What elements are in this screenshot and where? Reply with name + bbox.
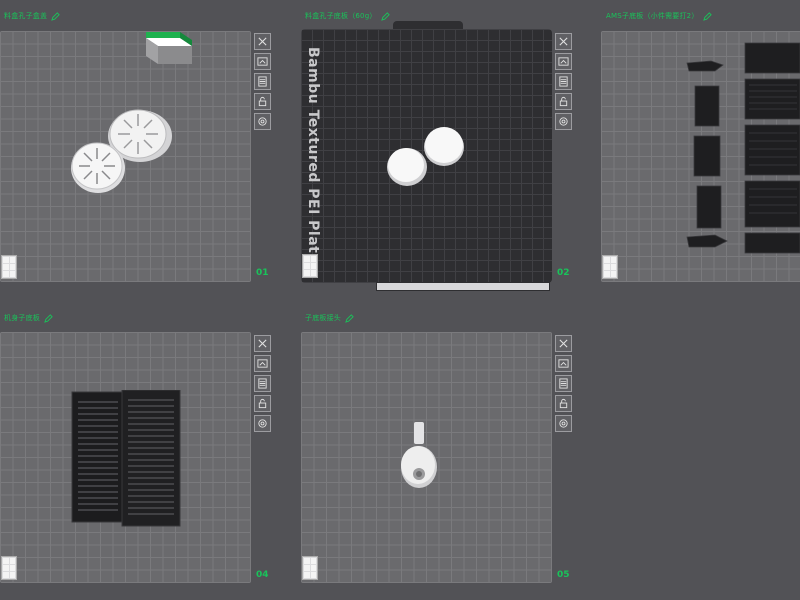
plate-4[interactable] <box>0 332 251 583</box>
plate-5-title-text: 子底板接头 <box>305 314 341 322</box>
edit-pencil-icon[interactable] <box>702 11 712 21</box>
edit-pencil-icon[interactable] <box>345 313 354 323</box>
plate-3-title-text: AMS子底板（小件需要打2） <box>606 12 699 20</box>
round-filter-object[interactable] <box>70 106 178 196</box>
slice-icon[interactable] <box>254 73 271 90</box>
plate-2-number: 02 <box>557 268 570 278</box>
plate-4-title-text: 机身子底板 <box>4 314 40 322</box>
settings-icon[interactable] <box>254 113 271 130</box>
arrange-icon[interactable] <box>555 355 572 372</box>
plate-2-bottom-strip <box>376 282 550 291</box>
plate-corner-marker <box>1 556 17 580</box>
plate-3-title[interactable]: AMS子底板（小件需要打2） <box>606 11 712 21</box>
plate-1-title[interactable]: 料盒孔子盒盖 <box>4 11 60 21</box>
arrange-icon[interactable] <box>254 355 271 372</box>
plate-corner-marker <box>1 255 17 279</box>
plate-4-title[interactable]: 机身子底板 <box>4 313 53 323</box>
arrange-icon[interactable] <box>555 53 572 70</box>
close-icon[interactable] <box>254 33 271 50</box>
plate-corner-marker <box>302 254 318 278</box>
plate-corner-marker <box>602 255 618 279</box>
lock-icon[interactable] <box>254 93 271 110</box>
green-box-object[interactable] <box>146 32 192 66</box>
plate-corner-marker <box>302 556 318 580</box>
lock-icon[interactable] <box>555 93 572 110</box>
plate-1-title-text: 料盒孔子盒盖 <box>4 12 48 20</box>
edit-pencil-icon[interactable] <box>44 313 53 323</box>
plate-3[interactable] <box>601 31 800 282</box>
plate-1-toolbar <box>254 33 271 130</box>
ams-parts-object[interactable] <box>685 41 800 256</box>
settings-icon[interactable] <box>555 113 572 130</box>
slice-icon[interactable] <box>555 73 572 90</box>
plate-1-number: 01 <box>256 268 269 278</box>
plate-2-title[interactable]: 料盒孔子底板（60g） <box>305 11 390 21</box>
slice-icon[interactable] <box>555 375 572 392</box>
arrange-icon[interactable] <box>254 53 271 70</box>
plate-2-toolbar <box>555 33 572 130</box>
lock-icon[interactable] <box>254 395 271 412</box>
plate-5-toolbar <box>555 335 572 432</box>
settings-icon[interactable] <box>254 415 271 432</box>
plate-2[interactable]: Bambu Textured PEI Plate <box>301 29 552 283</box>
edit-pencil-icon[interactable] <box>380 11 390 21</box>
plate-5-title[interactable]: 子底板接头 <box>305 313 354 323</box>
close-icon[interactable] <box>555 335 572 352</box>
plate-2-title-text: 料盒孔子底板（60g） <box>305 12 377 20</box>
plate-5[interactable] <box>301 332 552 583</box>
connector-object[interactable] <box>400 422 438 492</box>
close-icon[interactable] <box>254 335 271 352</box>
plate-5-number: 05 <box>557 570 570 580</box>
slice-icon[interactable] <box>254 375 271 392</box>
settings-icon[interactable] <box>555 415 572 432</box>
edit-pencil-icon[interactable] <box>51 11 60 21</box>
body-panels-object[interactable] <box>70 389 182 528</box>
plate-4-number: 04 <box>256 570 269 580</box>
plate-4-toolbar <box>254 335 271 432</box>
plate-1[interactable] <box>0 31 251 282</box>
round-lid-object[interactable] <box>387 125 467 189</box>
lock-icon[interactable] <box>555 395 572 412</box>
plate-2-label: Bambu Textured PEI Plate <box>305 47 321 264</box>
close-icon[interactable] <box>555 33 572 50</box>
